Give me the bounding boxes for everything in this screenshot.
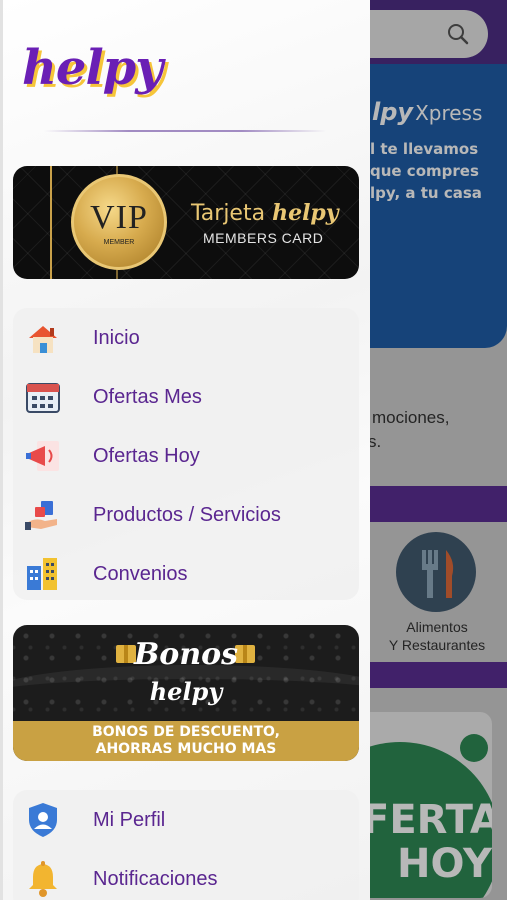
menu-item-notificaciones[interactable]: Notificaciones	[13, 852, 359, 900]
vip-card-banner[interactable]: VIP MEMBER Tarjeta helpy MEMBERS CARD	[13, 166, 359, 279]
menu-label: Notificaciones	[93, 867, 218, 890]
menu-label: Mi Perfil	[93, 808, 166, 831]
user-shield-icon	[29, 803, 57, 837]
helpy-logo: helpy	[22, 40, 163, 96]
bonos-caption: BONOS DE DESCUENTO, AHORRAS MUCHO MAS	[13, 721, 359, 761]
menu-item-ofertas-hoy[interactable]: Ofertas Hoy	[13, 429, 359, 483]
menu-item-ofertas-mes[interactable]: Ofertas Mes	[13, 370, 359, 424]
navigation-drawer: helpy VIP MEMBER Tarjeta helpy MEMBERS C…	[0, 0, 370, 900]
menu-label: Inicio	[93, 326, 140, 349]
menu-label: Productos / Servicios	[93, 503, 281, 526]
bonos-banner[interactable]: Bonos helpy BONOS DE DESCUENTO, AHORRAS …	[13, 625, 359, 761]
calendar-icon	[26, 383, 60, 413]
account-menu: Mi Perfil Notificaciones	[13, 790, 359, 900]
menu-label: Convenios	[93, 562, 188, 585]
bonos-brand: helpy	[149, 677, 223, 706]
menu-label: Ofertas Mes	[93, 385, 202, 408]
vip-card-title: Tarjeta helpy	[191, 200, 339, 226]
menu-item-mi-perfil[interactable]: Mi Perfil	[13, 793, 359, 847]
menu-item-inicio[interactable]: Inicio	[13, 311, 359, 365]
shopping-hand-icon	[25, 501, 57, 530]
bell-icon	[29, 861, 57, 897]
menu-label: Ofertas Hoy	[93, 444, 200, 467]
menu-item-productos-servicios[interactable]: Productos / Servicios	[13, 488, 359, 542]
vip-card-subtitle: MEMBERS CARD	[203, 230, 324, 246]
vip-coin-icon: VIP MEMBER	[71, 174, 167, 270]
megaphone-icon	[26, 441, 59, 471]
home-icon	[29, 326, 57, 353]
main-menu: Inicio Ofertas Mes Ofertas Hoy Productos…	[13, 308, 359, 600]
divider	[44, 130, 326, 132]
menu-item-convenios[interactable]: Convenios	[13, 547, 359, 601]
buildings-icon	[27, 558, 57, 590]
bonos-title: Bonos	[133, 637, 239, 672]
